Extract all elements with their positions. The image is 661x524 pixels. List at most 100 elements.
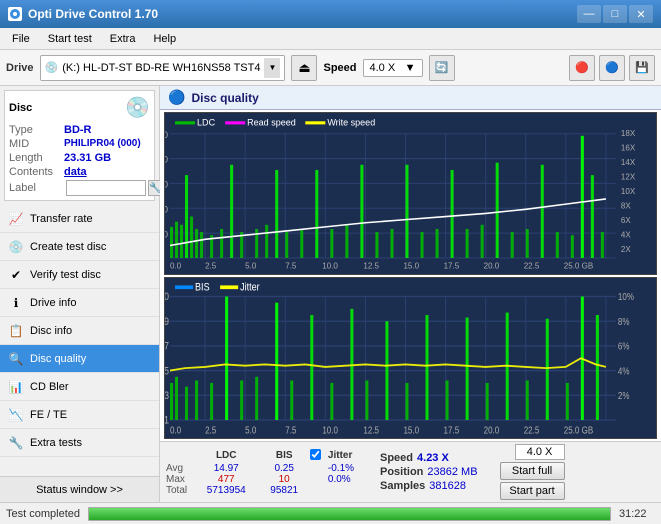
sidebar: Disc 💿 Type BD-R MID PHILIPR04 (000) Len… (0, 86, 160, 502)
drive-selector[interactable]: 💿 (K:) HL-DT-ST BD-RE WH16NS58 TST4 ▼ (40, 55, 286, 81)
speed-label: Speed (323, 62, 356, 74)
mid-label: MID (9, 138, 64, 150)
drive-icon: 💿 (45, 61, 59, 74)
speed-box[interactable]: 4.0 X (515, 444, 565, 460)
svg-text:2.5: 2.5 (205, 424, 216, 435)
extra-tests-icon: 🔧 (8, 435, 24, 451)
svg-text:300: 300 (165, 179, 168, 189)
svg-text:2%: 2% (618, 390, 630, 401)
sidebar-item-disc-info[interactable]: 📋 Disc info (0, 317, 159, 345)
sidebar-item-transfer-rate[interactable]: 📈 Transfer rate (0, 205, 159, 233)
sidebar-item-cd-bler[interactable]: 📊 CD Bler (0, 373, 159, 401)
svg-text:4X: 4X (621, 230, 631, 239)
label-input[interactable] (66, 180, 146, 196)
svg-text:Read speed: Read speed (247, 117, 296, 127)
start-full-button[interactable]: Start full (500, 462, 565, 480)
svg-text:4%: 4% (618, 365, 630, 376)
svg-text:3: 3 (165, 390, 169, 402)
sidebar-nav: 📈 Transfer rate 💿 Create test disc ✔ Ver… (0, 205, 159, 476)
sidebar-item-drive-info[interactable]: ℹ Drive info (0, 289, 159, 317)
disc-info-label: Disc info (30, 325, 72, 337)
toolbar-icon-2[interactable]: 🔵 (599, 55, 625, 81)
status-window-label: Status window >> (36, 484, 123, 496)
svg-text:10.0: 10.0 (322, 261, 338, 270)
toolbar: Drive 💿 (K:) HL-DT-ST BD-RE WH16NS58 TST… (0, 50, 661, 86)
svg-text:20.0: 20.0 (484, 424, 500, 435)
drive-dropdown-button[interactable]: ▼ (264, 58, 280, 78)
title-bar: Opti Drive Control 1.70 — □ ✕ (0, 0, 661, 28)
contents-value[interactable]: data (64, 166, 87, 178)
svg-text:20.0: 20.0 (484, 261, 500, 270)
svg-text:17.5: 17.5 (444, 261, 460, 270)
contents-label: Contents (9, 166, 64, 178)
menu-help[interactable]: Help (145, 31, 184, 47)
app-title: Opti Drive Control 1.70 (28, 7, 158, 21)
menu-start-test[interactable]: Start test (40, 31, 100, 47)
svg-text:2.5: 2.5 (205, 261, 217, 270)
type-label: Type (9, 124, 64, 136)
speed-position-info: Speed 4.23 X Position 23862 MB Samples 3… (380, 452, 478, 492)
col-bis: BIS (258, 449, 309, 463)
disc-info-icon: 📋 (8, 323, 24, 339)
fe-te-icon: 📉 (8, 407, 24, 423)
avg-ldc: 14.97 (194, 463, 258, 474)
mid-value: PHILIPR04 (000) (64, 138, 141, 150)
svg-text:18X: 18X (621, 129, 636, 138)
length-value: 23.31 GB (64, 152, 111, 164)
max-jitter: 0.0% (324, 474, 364, 485)
svg-text:2X: 2X (621, 245, 631, 254)
svg-text:9: 9 (165, 316, 169, 328)
svg-text:500: 500 (165, 130, 168, 140)
sidebar-item-fe-te[interactable]: 📉 FE / TE (0, 401, 159, 429)
disc-quality-label: Disc quality (30, 353, 86, 365)
top-chart: 500 400 300 200 100 18X 16X 14X 12X 10X … (165, 113, 656, 274)
controls-right: 4.0 X Start full Start part (494, 444, 565, 500)
svg-text:15.0: 15.0 (403, 424, 419, 435)
samples-label: Samples (380, 480, 425, 492)
stats-table: LDC BIS Jitter Avg 14.97 0.25 -0.1% (164, 449, 364, 496)
menu-file[interactable]: File (4, 31, 38, 47)
svg-text:0.0: 0.0 (170, 424, 181, 435)
eject-button[interactable]: ⏏ (291, 55, 317, 81)
status-window-button[interactable]: Status window >> (0, 476, 159, 502)
svg-text:25.0 GB: 25.0 GB (564, 261, 593, 270)
menu-bar: File Start test Extra Help (0, 28, 661, 50)
start-part-button[interactable]: Start part (500, 482, 565, 500)
refresh-button[interactable]: 🔄 (429, 55, 455, 81)
status-time: 31:22 (619, 508, 655, 520)
svg-text:8%: 8% (618, 316, 630, 327)
speed-value: 4.0 X (370, 62, 396, 74)
progress-bar-container (88, 507, 611, 521)
jitter-checkbox[interactable] (310, 449, 321, 460)
maximize-button[interactable]: □ (603, 5, 627, 23)
svg-text:LDC: LDC (197, 117, 215, 127)
transfer-rate-icon: 📈 (8, 211, 24, 227)
svg-text:25.0 GB: 25.0 GB (564, 424, 593, 435)
svg-text:17.5: 17.5 (444, 424, 460, 435)
minimize-button[interactable]: — (577, 5, 601, 23)
disc-icon: 💿 (125, 95, 150, 120)
speed-selector[interactable]: 4.0 X ▼ (363, 59, 423, 77)
svg-text:5.0: 5.0 (245, 424, 256, 435)
disc-panel-title: Disc (9, 102, 32, 114)
avg-bis: 0.25 (258, 463, 309, 474)
svg-text:12.5: 12.5 (363, 261, 379, 270)
sidebar-item-create-test-disc[interactable]: 💿 Create test disc (0, 233, 159, 261)
disc-info-panel: Disc 💿 Type BD-R MID PHILIPR04 (000) Len… (4, 90, 155, 201)
drive-label: Drive (6, 62, 34, 74)
disc-quality-icon: 🔍 (8, 351, 24, 367)
close-button[interactable]: ✕ (629, 5, 653, 23)
svg-text:Write speed: Write speed (327, 117, 375, 127)
save-button[interactable]: 💾 (629, 55, 655, 81)
col-ldc: LDC (194, 449, 258, 463)
toolbar-icon-1[interactable]: 🔴 (569, 55, 595, 81)
verify-test-disc-icon: ✔ (8, 267, 24, 283)
svg-text:14X: 14X (621, 158, 636, 167)
stats-section: LDC BIS Jitter Avg 14.97 0.25 -0.1% (160, 441, 661, 502)
menu-extra[interactable]: Extra (102, 31, 144, 47)
svg-text:6%: 6% (618, 340, 630, 351)
content-header-icon: 🔵 (168, 89, 185, 106)
sidebar-item-extra-tests[interactable]: 🔧 Extra tests (0, 429, 159, 457)
sidebar-item-disc-quality[interactable]: 🔍 Disc quality (0, 345, 159, 373)
sidebar-item-verify-test-disc[interactable]: ✔ Verify test disc (0, 261, 159, 289)
